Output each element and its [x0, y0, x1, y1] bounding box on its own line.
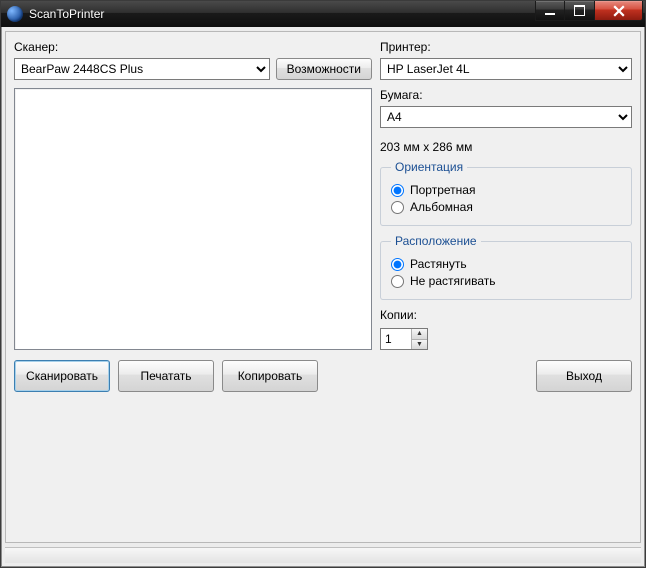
app-window: ScanToPrinter Сканер: BearPaw 2448CS Plu… — [0, 0, 646, 568]
placement-nostretch[interactable]: Не растягивать — [391, 274, 621, 288]
maximize-button[interactable] — [565, 1, 595, 21]
scan-button[interactable]: Сканировать — [14, 360, 110, 392]
status-bar — [5, 547, 641, 563]
orientation-portrait-radio[interactable] — [391, 184, 404, 197]
placement-group: Расположение Растянуть Не растягивать — [380, 234, 632, 300]
capabilities-button[interactable]: Возможности — [276, 58, 372, 80]
main-columns: Сканер: BearPaw 2448CS Plus Возможности … — [14, 40, 632, 350]
placement-nostretch-radio[interactable] — [391, 275, 404, 288]
scanner-row: BearPaw 2448CS Plus Возможности — [14, 58, 372, 80]
exit-button[interactable]: Выход — [536, 360, 632, 392]
copy-button[interactable]: Копировать — [222, 360, 318, 392]
copies-down[interactable]: ▼ — [412, 339, 427, 350]
printer-row: HP LaserJet 4L — [380, 58, 632, 80]
orientation-legend: Ориентация — [391, 160, 467, 174]
copies-spinner[interactable]: ▲ ▼ — [380, 328, 428, 350]
titlebar[interactable]: ScanToPrinter — [1, 1, 645, 27]
print-button[interactable]: Печатать — [118, 360, 214, 392]
copies-label: Копии: — [380, 308, 632, 322]
orientation-group: Ориентация Портретная Альбомная — [380, 160, 632, 226]
orientation-portrait-label: Портретная — [410, 183, 475, 197]
paper-select[interactable]: A4 — [380, 106, 632, 128]
placement-legend: Расположение — [391, 234, 481, 248]
scanner-select[interactable]: BearPaw 2448CS Plus — [14, 58, 270, 80]
paper-size-text: 203 мм x 286 мм — [380, 140, 632, 154]
copies-input[interactable] — [381, 329, 411, 349]
right-column: Принтер: HP LaserJet 4L Бумага: A4 203 м… — [380, 40, 632, 350]
orientation-portrait[interactable]: Портретная — [391, 183, 621, 197]
window-controls — [535, 1, 643, 21]
orientation-landscape-label: Альбомная — [410, 200, 473, 214]
paper-row: A4 — [380, 106, 632, 128]
scanner-label: Сканер: — [14, 40, 372, 54]
placement-stretch-radio[interactable] — [391, 258, 404, 271]
left-column: Сканер: BearPaw 2448CS Plus Возможности — [14, 40, 372, 350]
copies-row: ▲ ▼ — [380, 328, 632, 350]
minimize-button[interactable] — [535, 1, 565, 21]
placement-nostretch-label: Не растягивать — [410, 274, 496, 288]
bottom-bar: Сканировать Печатать Копировать Выход — [14, 350, 632, 392]
printer-label: Принтер: — [380, 40, 632, 54]
orientation-landscape-radio[interactable] — [391, 201, 404, 214]
close-button[interactable] — [595, 1, 643, 21]
paper-label: Бумага: — [380, 88, 632, 102]
printer-select[interactable]: HP LaserJet 4L — [380, 58, 632, 80]
copies-arrows: ▲ ▼ — [411, 329, 427, 349]
placement-stretch[interactable]: Растянуть — [391, 257, 621, 271]
app-icon — [7, 6, 23, 22]
copies-up[interactable]: ▲ — [412, 329, 427, 339]
placement-stretch-label: Растянуть — [410, 257, 467, 271]
client-area: Сканер: BearPaw 2448CS Plus Возможности … — [5, 31, 641, 543]
window-title: ScanToPrinter — [29, 7, 104, 21]
close-icon — [613, 5, 625, 17]
preview-area — [14, 88, 372, 350]
orientation-landscape[interactable]: Альбомная — [391, 200, 621, 214]
